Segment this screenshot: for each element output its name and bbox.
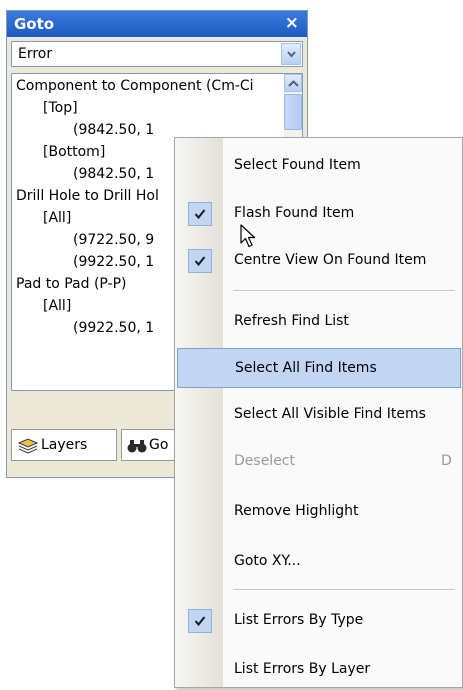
menu-item-label: Select All Visible Find Items bbox=[234, 406, 426, 422]
list-group-header[interactable]: Pad to Pad (P-P) bbox=[16, 274, 127, 294]
menu-item-deselect: Deselect D bbox=[177, 442, 461, 482]
menu-separator bbox=[233, 290, 455, 292]
menu-item-list-errors-by-layer[interactable]: List Errors By Layer bbox=[177, 650, 461, 690]
mouse-pointer-icon bbox=[240, 224, 256, 248]
list-layer-node[interactable]: [All] bbox=[43, 208, 71, 228]
tab-layers[interactable]: Layers bbox=[11, 429, 117, 461]
menu-item-goto-xy[interactable]: Goto XY... bbox=[177, 542, 461, 582]
menu-item-label: Select All Find Items bbox=[235, 360, 377, 376]
checkmark-icon bbox=[188, 202, 212, 226]
panel-titlebar[interactable]: Goto × bbox=[7, 11, 307, 37]
list-layer-node[interactable]: [Bottom] bbox=[43, 142, 105, 162]
menu-item-label: Refresh Find List bbox=[234, 313, 349, 329]
menu-item-flash-found-item[interactable]: Flash Found Item bbox=[177, 194, 461, 234]
context-menu: Select Found Item Flash Found Item Centre … bbox=[174, 137, 463, 688]
binoculars-icon bbox=[127, 438, 147, 458]
list-layer-node[interactable]: [All] bbox=[43, 296, 71, 316]
menu-item-label: List Errors By Type bbox=[234, 612, 364, 628]
list-layer-node[interactable]: [Top] bbox=[43, 98, 78, 118]
filter-dropdown-value: Error bbox=[18, 46, 53, 62]
list-item[interactable]: (9922.50, 1 bbox=[73, 318, 154, 338]
menu-item-label: Select Found Item bbox=[234, 157, 361, 173]
menu-item-label: Flash Found Item bbox=[234, 205, 355, 221]
close-icon[interactable]: × bbox=[285, 13, 299, 33]
menu-item-label: Goto XY... bbox=[234, 553, 301, 569]
checkmark-icon bbox=[188, 249, 212, 273]
menu-item-remove-highlight[interactable]: Remove Highlight bbox=[177, 492, 461, 532]
list-item[interactable]: (9842.50, 1 bbox=[73, 164, 154, 184]
menu-item-shortcut: D bbox=[441, 453, 452, 469]
list-group-header[interactable]: Drill Hole to Drill Hol bbox=[16, 186, 159, 206]
menu-item-label: Remove Highlight bbox=[234, 503, 359, 519]
tab-goto-label: Go bbox=[149, 437, 169, 453]
list-group-header[interactable]: Component to Component (Cm-Ci bbox=[16, 76, 254, 96]
filter-dropdown[interactable]: Error bbox=[11, 41, 303, 67]
menu-item-refresh-find-list[interactable]: Refresh Find List bbox=[177, 302, 461, 342]
menu-item-select-found-item[interactable]: Select Found Item bbox=[177, 146, 461, 186]
list-item[interactable]: (9842.50, 1 bbox=[73, 120, 154, 140]
menu-item-label: List Errors By Layer bbox=[234, 661, 371, 677]
list-item[interactable]: (9722.50, 9 bbox=[73, 230, 154, 250]
scrollbar-thumb[interactable] bbox=[284, 94, 302, 130]
menu-separator bbox=[233, 589, 455, 591]
list-item[interactable]: (9922.50, 1 bbox=[73, 252, 154, 272]
chevron-down-icon[interactable] bbox=[281, 43, 301, 65]
menu-item-label: Deselect bbox=[234, 453, 295, 469]
layers-icon bbox=[17, 438, 39, 458]
panel-title: Goto bbox=[14, 15, 55, 33]
menu-item-label: Centre View On Found Item bbox=[234, 252, 427, 268]
checkmark-icon bbox=[188, 609, 212, 633]
menu-item-centre-view-on-found-item[interactable]: Centre View On Found Item bbox=[177, 241, 461, 281]
menu-item-select-all-find-items[interactable]: Select All Find Items bbox=[177, 348, 461, 388]
menu-item-select-all-visible-find-items[interactable]: Select All Visible Find Items bbox=[177, 395, 461, 435]
scroll-up-icon[interactable] bbox=[284, 74, 302, 92]
tab-layers-label: Layers bbox=[41, 437, 88, 453]
menu-item-list-errors-by-type[interactable]: List Errors By Type bbox=[177, 601, 461, 641]
